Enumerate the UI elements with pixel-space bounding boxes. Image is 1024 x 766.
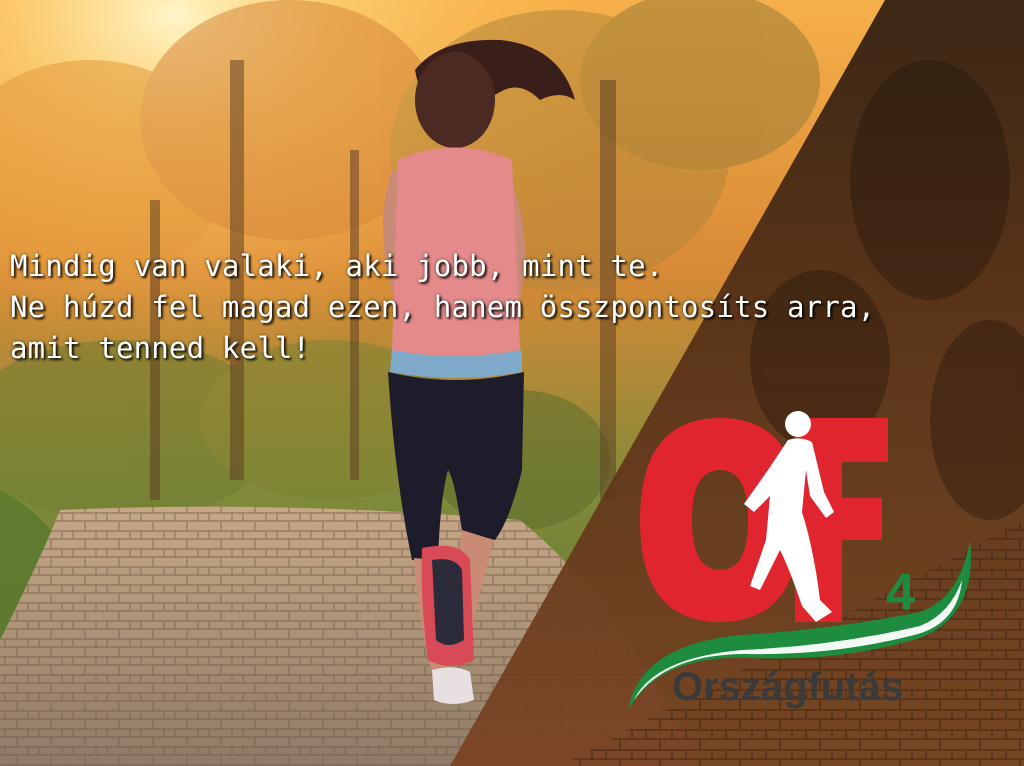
logo-wordmark: Országfutás [672, 665, 903, 709]
orszagfutas-logo: 4 Országfutás [628, 411, 971, 710]
quote-line-1: Mindig van valaki, aki jobb, mint te. [10, 249, 664, 283]
motivational-quote: Mindig van valaki, aki jobb, mint te. Ne… [10, 246, 875, 369]
quote-line-3: amit tenned kell! [10, 331, 311, 365]
quote-line-2: Ne húzd fel magad ezen, hanem összpontos… [10, 290, 876, 324]
logo-edition-number: 4 [886, 564, 915, 622]
motivational-poster: Mindig van valaki, aki jobb, mint te. Ne… [0, 0, 1024, 766]
